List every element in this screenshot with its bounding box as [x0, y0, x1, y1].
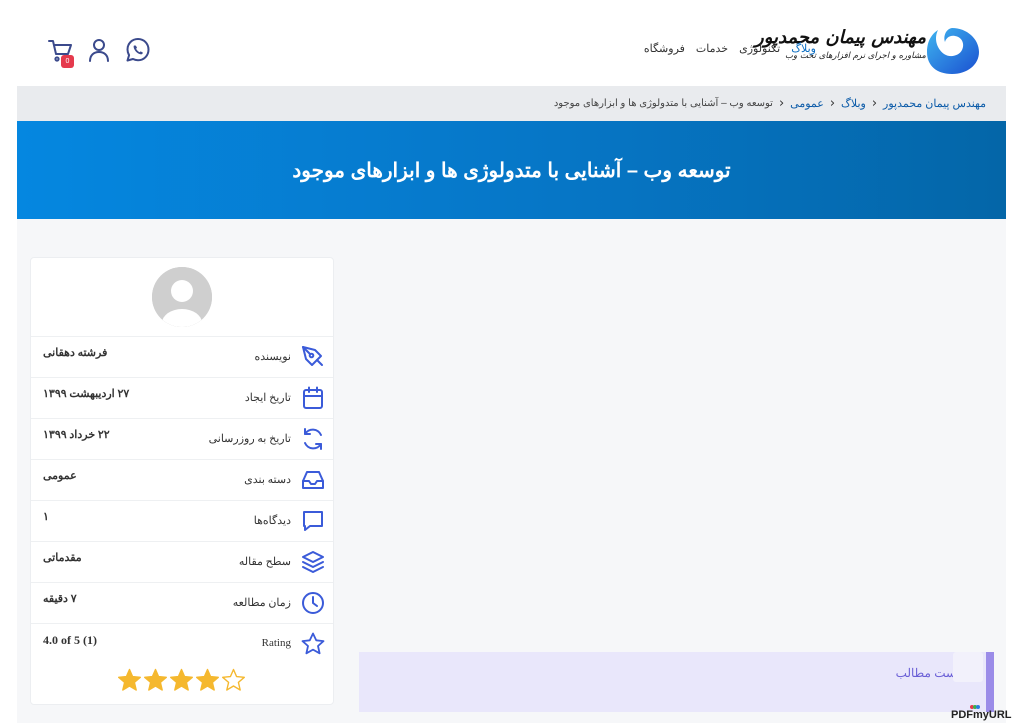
rating-summary: 4.0 of 5 (1) [43, 633, 97, 647]
category-link[interactable]: عمومی [43, 469, 77, 482]
star-empty-icon[interactable] [221, 668, 246, 693]
title-banner: توسعه وب – آشنایی با متدولوژی ها و ابزار… [17, 121, 1006, 219]
page: مهندس پیمان محمدپور مشاوره و اجرای نرم ا… [17, 17, 1006, 723]
refresh-icon [304, 428, 322, 450]
whatsapp-icon [126, 38, 150, 62]
info-label: دسته بندی [244, 474, 291, 486]
breadcrumb-category[interactable]: عمومی [790, 97, 824, 110]
chevron-left-icon: ‹ [778, 96, 785, 111]
star-filled-icon[interactable] [143, 668, 168, 693]
breadcrumb: مهندس پیمان محمدپور ‹ وبلاگ ‹ عمومی ‹ تو… [17, 86, 1006, 121]
site-logo[interactable] [924, 26, 981, 76]
inbox-icon [302, 471, 324, 489]
info-value: ۱ [43, 511, 49, 523]
default-avatar-icon [152, 267, 212, 327]
breadcrumb-current: توسعه وب – آشنایی با متدولوژی ها و ابزار… [553, 98, 773, 109]
cart-count-badge: 0 [61, 55, 74, 68]
info-label: زمان مطالعه [232, 597, 291, 609]
toc-toggle-button[interactable] [953, 652, 983, 682]
star-filled-icon[interactable] [195, 668, 220, 693]
author-avatar [152, 267, 212, 327]
brand-name: مهندس پیمان محمدپور [755, 27, 926, 48]
watermark: PDFmyURL [951, 709, 1012, 721]
info-label: دیدگاه‌ها [253, 515, 291, 527]
info-value: ۷ دقیقه [43, 593, 77, 605]
header-actions: 0 [47, 37, 151, 68]
chevron-left-icon: ‹ [871, 96, 878, 111]
nav-item-services[interactable]: خدمات [696, 42, 728, 55]
info-row-reading-time: زمان مطالعه ۷ دقیقه [31, 582, 333, 623]
info-label: تاریخ ایجاد [244, 392, 291, 404]
breadcrumb-home[interactable]: مهندس پیمان محمدپور [883, 97, 986, 110]
clock-icon [302, 592, 324, 614]
nav-item-shop[interactable]: فروشگاه [644, 42, 685, 55]
info-value: ۲۲ خرداد ۱۳۹۹ [43, 429, 110, 441]
site-header: مهندس پیمان محمدپور مشاوره و اجرای نرم ا… [17, 17, 1006, 86]
star-outline-icon [301, 632, 325, 655]
brand[interactable]: مهندس پیمان محمدپور مشاوره و اجرای نرم ا… [755, 27, 926, 61]
main-nav: وبلاگ تکنولوژی خدمات فروشگاه [644, 42, 816, 55]
info-row-created: تاریخ ایجاد ۲۷ اردیبهشت ۱۳۹۹ [31, 377, 333, 418]
comment-icon [303, 511, 323, 531]
info-row-comments: دیدگاه‌ها ۱ [31, 500, 333, 541]
account-button[interactable] [86, 37, 112, 63]
info-row-level: سطح مقاله مقدماتی [31, 541, 333, 582]
brand-tagline: مشاوره و اجرای نرم افزارهای تحت وب [785, 51, 926, 61]
info-value: ۲۷ اردیبهشت ۱۳۹۹ [43, 388, 130, 400]
nav-item-blog[interactable]: وبلاگ [791, 42, 816, 55]
chevron-left-icon: ‹ [829, 96, 836, 111]
info-value: مقدماتی [43, 552, 82, 564]
page-title: توسعه وب – آشنایی با متدولوژی ها و ابزار… [292, 159, 731, 182]
star-filled-icon[interactable] [169, 668, 194, 693]
whatsapp-button[interactable] [125, 37, 151, 63]
info-row-rating: Rating 4.0 of 5 (1) [31, 623, 333, 664]
layers-icon [302, 551, 324, 573]
rating-stars [117, 668, 246, 693]
info-row-author: نویسنده فرشته دهقانی [31, 336, 333, 377]
info-label: تاریخ به روزرسانی [208, 433, 291, 445]
info-value: فرشته دهقانی [43, 347, 108, 359]
pen-nib-icon [302, 346, 323, 366]
calendar-icon [303, 386, 323, 409]
cart-button[interactable]: 0 [47, 37, 74, 68]
info-label: Rating [261, 637, 291, 649]
post-info-card: نویسنده فرشته دهقانی تاریخ ایجاد ۲۷ اردی… [30, 257, 334, 705]
info-label: سطح مقاله [238, 556, 291, 568]
info-row-category: دسته بندی عمومی [31, 459, 333, 500]
breadcrumb-blog[interactable]: وبلاگ [841, 97, 866, 110]
user-icon [89, 39, 109, 62]
info-label: نویسنده [254, 351, 291, 363]
table-of-contents: فهرست مطالب [359, 652, 994, 712]
info-row-updated: تاریخ به روزرسانی ۲۲ خرداد ۱۳۹۹ [31, 418, 333, 459]
nav-item-technology[interactable]: تکنولوژی [739, 42, 780, 55]
star-filled-icon[interactable] [117, 668, 142, 693]
